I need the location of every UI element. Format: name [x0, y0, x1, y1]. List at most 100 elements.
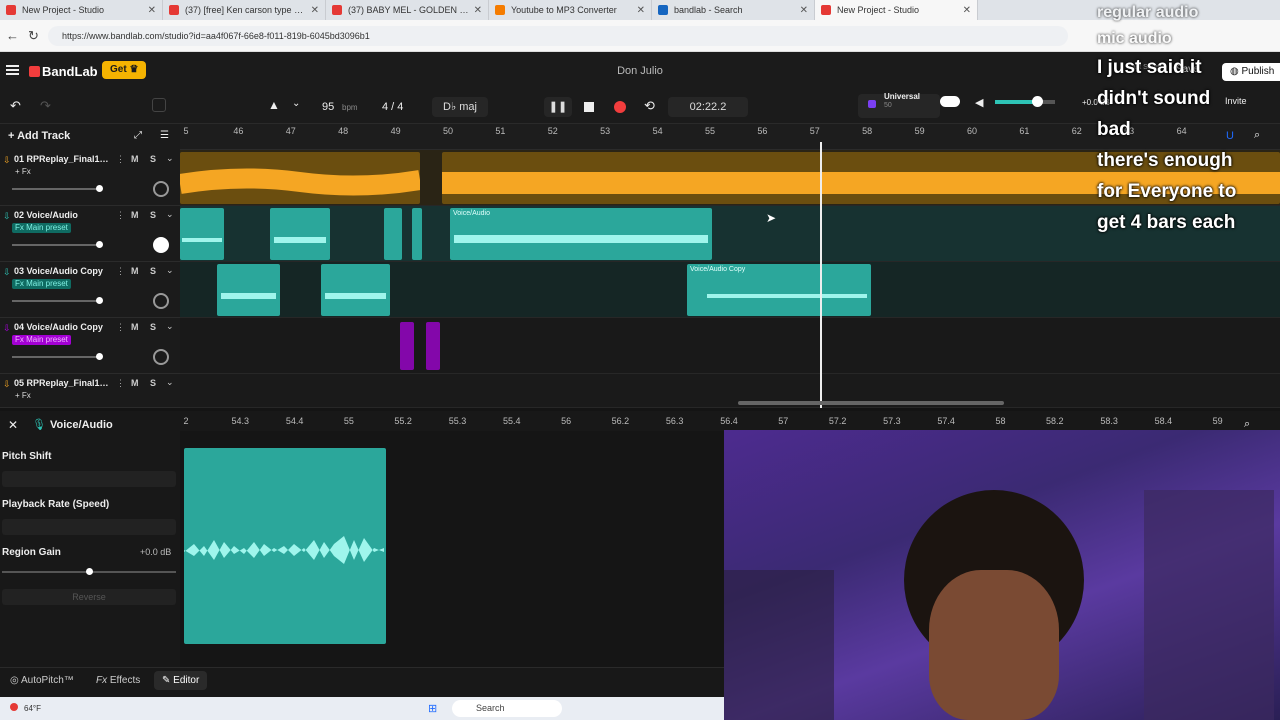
solo-button[interactable]: S	[150, 322, 156, 332]
mute-button[interactable]: M	[131, 378, 139, 388]
audio-clip[interactable]: Voice/Audio Copy	[687, 264, 871, 316]
track-fx-tag[interactable]: + Fx	[12, 391, 34, 401]
track-header-04[interactable]: ⇩ 04 Voice/Audio Copy ⋮ M S ⌄ Fx Main preset	[0, 318, 180, 374]
pause-button[interactable]: ❚❚	[544, 97, 572, 117]
url-input[interactable]: https://www.bandlab.com/studio?id=aa4f06…	[48, 26, 1068, 46]
track-name[interactable]: 04 Voice/Audio Copy	[14, 322, 109, 332]
track-name[interactable]: 02 Voice/Audio	[14, 210, 109, 220]
audio-region[interactable]	[184, 448, 386, 644]
browser-tab[interactable]: bandlab - Search ✕	[652, 0, 815, 20]
editor-ruler[interactable]: 2 54.3 54.4 55 55.2 55.3 55.4 56 56.2 56.3 56.4 57 5…	[180, 411, 1280, 431]
browser-tab[interactable]: Youtube to MP3 Converter ✕	[489, 0, 652, 20]
undo-icon[interactable]: ↶	[10, 98, 21, 114]
close-tab-icon[interactable]: ✕	[637, 5, 645, 16]
track-pan-knob[interactable]	[153, 237, 169, 253]
windows-start-icon[interactable]: ⊞	[428, 702, 437, 715]
toggle-switch[interactable]	[940, 96, 960, 107]
track-lane-04[interactable]	[180, 318, 1280, 374]
master-volume-slider[interactable]	[995, 100, 1055, 104]
mute-button[interactable]: M	[131, 322, 139, 332]
snap-icon[interactable]	[152, 98, 166, 112]
track-header-03[interactable]: ⇩ 03 Voice/Audio Copy ⋮ M S ⌄ Fx Main preset	[0, 262, 180, 318]
track-name[interactable]: 01 RPReplay_Final176...	[14, 154, 109, 164]
audio-clip[interactable]	[180, 152, 420, 204]
close-tab-icon[interactable]: ✕	[474, 5, 482, 16]
slider-knob[interactable]	[96, 241, 103, 248]
track-lane-05[interactable]	[180, 374, 1280, 408]
mixer-icon[interactable]: ☰	[160, 130, 169, 141]
chevron-down-icon[interactable]: ⌄	[166, 153, 174, 164]
track-fx-tag[interactable]: Fx Main preset	[12, 223, 71, 233]
track-volume-slider[interactable]	[12, 353, 103, 360]
mute-button[interactable]: M	[131, 210, 139, 220]
browser-tab[interactable]: (37) [free] Ken carson type beat - ✕	[163, 0, 326, 20]
track-options-icon[interactable]: ⋮	[116, 210, 125, 221]
close-tab-icon[interactable]: ✕	[963, 5, 971, 16]
horizontal-scrollbar[interactable]	[738, 401, 1004, 405]
add-track-button[interactable]: + Add Track	[8, 130, 70, 142]
track-header-02[interactable]: ⇩ 02 Voice/Audio ⋮ M S ⌄ Fx Main preset	[0, 206, 180, 262]
slider-knob[interactable]	[96, 353, 103, 360]
redo-icon[interactable]: ↷	[40, 98, 51, 114]
solo-button[interactable]: S	[150, 154, 156, 164]
reload-icon[interactable]: ↻	[28, 28, 39, 44]
track-options-icon[interactable]: ⋮	[116, 154, 125, 165]
close-editor-icon[interactable]: ✕	[8, 418, 18, 432]
slider-knob[interactable]	[96, 185, 103, 192]
track-options-icon[interactable]: ⋮	[116, 322, 125, 333]
time-signature[interactable]: 4 / 4	[382, 101, 403, 113]
track-volume-slider[interactable]	[12, 297, 103, 304]
chevron-down-icon[interactable]: ⌄	[292, 98, 300, 109]
automation-icon[interactable]: ⤢	[134, 130, 142, 141]
track-lane-03[interactable]: Voice/Audio Copy	[180, 262, 1280, 318]
track-fx-tag[interactable]: + Fx	[12, 167, 34, 177]
track-name[interactable]: 03 Voice/Audio Copy	[14, 266, 109, 276]
taskbar-search[interactable]: Search	[452, 700, 562, 717]
track-fx-tag[interactable]: Fx Main preset	[12, 279, 71, 289]
audio-clip[interactable]	[270, 208, 330, 260]
speaker-icon[interactable]: ◀	[975, 96, 983, 109]
slider-knob[interactable]	[96, 297, 103, 304]
key-selector[interactable]: D♭ maj	[432, 97, 488, 117]
solo-button[interactable]: S	[150, 266, 156, 276]
track-options-icon[interactable]: ⋮	[116, 378, 125, 389]
mute-button[interactable]: M	[131, 154, 139, 164]
mute-button[interactable]: M	[131, 266, 139, 276]
browser-tab[interactable]: New Project - Studio ✕	[0, 0, 163, 20]
solo-button[interactable]: S	[150, 210, 156, 220]
chevron-down-icon[interactable]: ⌄	[166, 321, 174, 332]
close-tab-icon[interactable]: ✕	[311, 5, 319, 16]
solo-button[interactable]: S	[150, 378, 156, 388]
track-pan-knob[interactable]	[153, 181, 169, 197]
track-pan-knob[interactable]	[153, 293, 169, 309]
track-fx-tag[interactable]: Fx Main preset	[12, 335, 71, 345]
bpm-value[interactable]: 95	[322, 101, 334, 113]
metronome-icon[interactable]: ▲	[268, 98, 280, 112]
region-editor-canvas[interactable]	[180, 431, 724, 667]
playhead[interactable]	[820, 142, 822, 408]
loop-icon[interactable]: ⟲	[644, 98, 655, 114]
audio-clip[interactable]	[426, 322, 440, 370]
audio-clip[interactable]	[321, 264, 390, 316]
browser-tab[interactable]: (37) BABY MEL - GOLDEN CHILD (✕	[326, 0, 489, 20]
slider-knob[interactable]	[86, 568, 93, 575]
track-header-05[interactable]: ⇩ 05 RPReplay_Final176... ⋮ M S ⌄ + Fx	[0, 374, 180, 408]
editor-tab[interactable]: ✎ Editor	[154, 671, 208, 690]
master-volume-knob[interactable]	[1032, 96, 1043, 107]
reverse-button[interactable]: Reverse	[2, 589, 176, 605]
record-icon[interactable]	[614, 101, 626, 113]
track-header-01[interactable]: ⇩ 01 RPReplay_Final176... ⋮ M S ⌄ + Fx	[0, 150, 180, 206]
close-tab-icon[interactable]: ✕	[800, 5, 808, 16]
effects-tab[interactable]: Fx Effects	[96, 675, 140, 686]
pitch-shift-stepper[interactable]	[2, 471, 176, 487]
region-gain-slider[interactable]	[2, 568, 176, 575]
playback-rate-stepper[interactable]	[2, 519, 176, 535]
back-arrow-icon[interactable]: ←	[6, 28, 19, 43]
close-tab-icon[interactable]: ✕	[148, 5, 156, 16]
chevron-down-icon[interactable]: ⌄	[166, 377, 174, 388]
audio-clip[interactable]	[217, 264, 280, 316]
browser-tab-active[interactable]: New Project - Studio ✕	[815, 0, 978, 20]
track-name[interactable]: 05 RPReplay_Final176...	[14, 378, 109, 388]
track-pan-knob[interactable]	[153, 349, 169, 365]
audio-clip[interactable]	[180, 208, 224, 260]
